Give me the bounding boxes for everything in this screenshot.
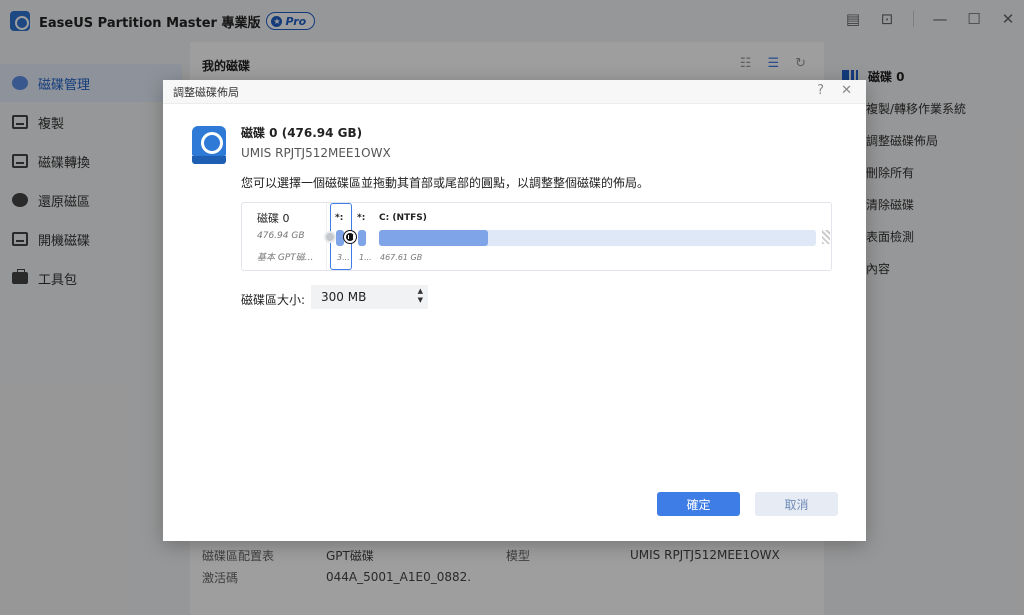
partition-bar-fill: [336, 230, 344, 246]
partition-end-handle[interactable]: [344, 231, 356, 243]
partition-size-input[interactable]: 300 MB ▲ ▼: [311, 285, 428, 309]
size-stepper[interactable]: ▲ ▼: [418, 287, 423, 305]
resize-grip[interactable]: [822, 230, 830, 244]
partition-bar[interactable]: [358, 230, 366, 246]
instruction-text: 您可以選擇一個磁碟區並拖動其首部或尾部的圓點，以調整整個磁碟的佈局。: [241, 176, 650, 190]
partition-size: 467.61 GB: [380, 253, 423, 262]
layout-disk-size: 476.94 GB: [257, 231, 305, 241]
disk-layout-map: 磁碟 0 476.94 GB 基本 GPT磁... *: 3... *: 1..…: [241, 202, 832, 271]
increment-icon[interactable]: ▲: [418, 287, 423, 296]
disk-model: UMIS RPJTJ512MEE1OWX: [241, 146, 391, 160]
partition-bar: [336, 230, 344, 246]
partition-label: *:: [357, 213, 366, 223]
adjust-layout-dialog: 調整磁碟佈局 ? ✕ 磁碟 0 (476.94 GB) UMIS RPJTJ51…: [163, 80, 866, 541]
layout-disk-name: 磁碟 0: [257, 212, 290, 225]
partition-bar[interactable]: [379, 230, 816, 246]
ok-button[interactable]: 確定: [657, 492, 740, 516]
partition-bar-fill: [358, 230, 366, 246]
partition-bar-fill: [379, 230, 489, 246]
partition-label: *:: [335, 213, 344, 223]
partition-size-value: 300 MB: [321, 290, 367, 304]
partition-size-label: 磁碟區大小:: [241, 293, 306, 307]
help-icon[interactable]: ?: [817, 83, 824, 98]
cancel-button[interactable]: 取消: [755, 492, 838, 516]
decrement-icon[interactable]: ▼: [418, 296, 423, 305]
hard-disk-icon: [192, 126, 226, 164]
layout-disk-type: 基本 GPT磁...: [257, 253, 314, 263]
partition-size: 3...: [337, 253, 350, 262]
partition-label: C: (NTFS): [379, 213, 427, 223]
dialog-title: 調整磁碟佈局: [173, 85, 239, 99]
disk-title: 磁碟 0 (476.94 GB): [241, 126, 363, 140]
close-icon[interactable]: ✕: [841, 83, 852, 98]
partition-size: 1...: [359, 253, 372, 262]
dialog-header: 調整磁碟佈局: [163, 80, 866, 104]
partition-start-handle[interactable]: [324, 231, 336, 243]
